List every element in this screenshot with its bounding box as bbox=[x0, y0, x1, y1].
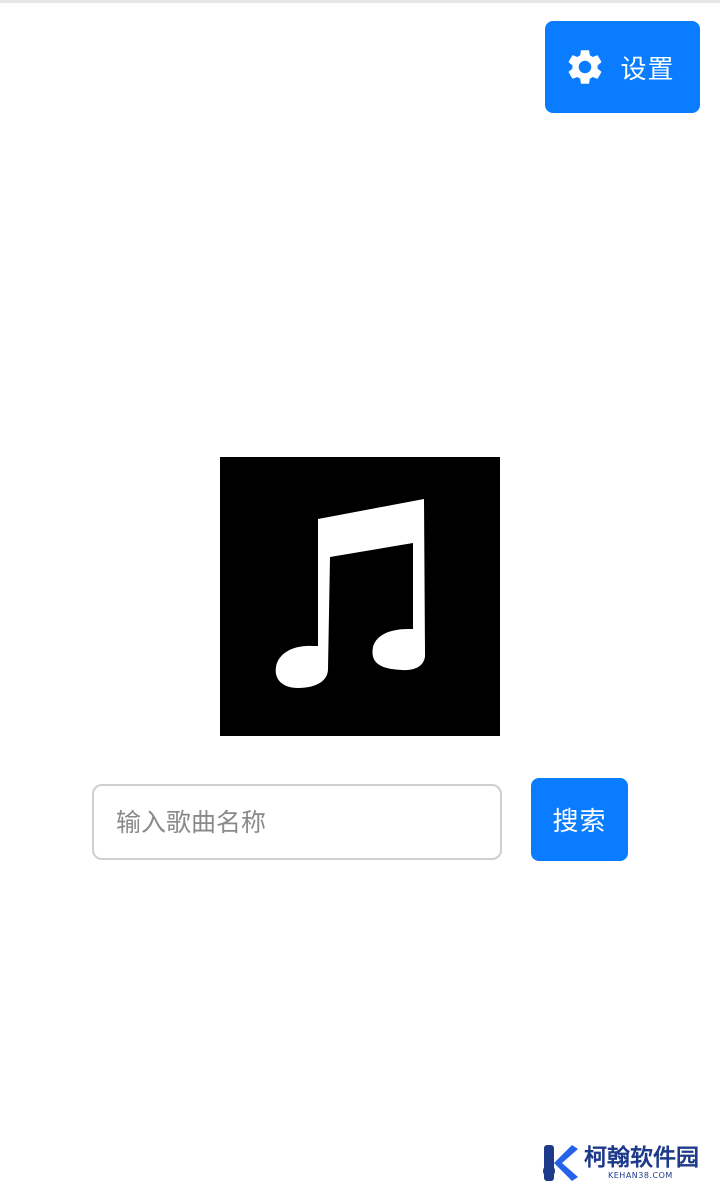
watermark: 柯翰软件园 KEHAN38.COM bbox=[540, 1140, 712, 1186]
gear-icon bbox=[564, 46, 606, 88]
top-divider bbox=[0, 0, 720, 3]
watermark-logo-icon bbox=[543, 1145, 578, 1181]
search-button[interactable]: 搜索 bbox=[531, 778, 628, 861]
search-input[interactable] bbox=[92, 784, 502, 860]
settings-button[interactable]: 设置 bbox=[545, 21, 700, 113]
settings-button-label: 设置 bbox=[620, 54, 675, 85]
music-note-icon bbox=[275, 499, 426, 688]
watermark-text: 柯翰软件园 bbox=[584, 1144, 699, 1171]
watermark-domain: KEHAN38.COM bbox=[608, 1170, 673, 1180]
album-art bbox=[220, 457, 500, 736]
